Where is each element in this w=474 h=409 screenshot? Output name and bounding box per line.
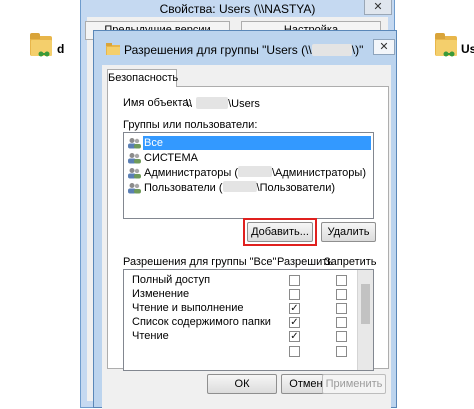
permissions-dialog: Разрешения для группы "Users (\\ \)" ✕ Бе… [93,30,397,409]
deny-header: Запретить [324,256,377,268]
list-item[interactable]: Все [127,136,371,150]
folder-icon[interactable] [433,32,459,58]
deny-checkbox[interactable] [336,346,347,357]
ok-button[interactable]: ОК [207,374,277,394]
deny-checkbox[interactable] [336,303,347,314]
allow-checkbox[interactable] [289,346,300,357]
desktop-folder-label: Users [461,42,474,56]
close-icon[interactable]: ✕ [364,0,392,15]
list-item[interactable]: Администраторы (\Администраторы) [127,166,371,180]
deny-checkbox[interactable] [336,275,347,286]
list-item[interactable]: Пользователи (\Пользователи) [127,181,371,195]
groups-label: Группы или пользователи: [123,119,258,131]
group-name-all: Все [143,136,371,150]
permission-name: Изменение [132,288,190,300]
object-name-label: Имя объекта: [123,97,192,109]
permission-name: Полный доступ [132,274,211,286]
apply-button[interactable]: Применить [322,374,386,394]
groups-list[interactable]: Все СИСТЕМА Администраторы (\Администрат… [123,132,374,219]
users-icon [128,138,141,149]
add-button[interactable]: Добавить... [247,222,313,242]
group-name-users: Пользователи (\Пользователи) [144,181,336,194]
dialog-title: Разрешения для группы "Users (\\ \)" [124,43,364,57]
properties-titlebar: Свойства: Users (\\NASTYA) [87,0,388,17]
allow-checkbox[interactable]: ✓ [289,317,300,328]
scrollbar-thumb[interactable] [361,284,370,324]
users-icon [128,183,141,194]
close-icon[interactable]: ✕ [373,39,395,55]
folder-icon [106,43,120,55]
deny-checkbox[interactable] [336,289,347,300]
allow-checkbox[interactable] [289,275,300,286]
users-icon [128,153,141,164]
allow-checkbox[interactable] [289,289,300,300]
permissions-label: Разрешения для группы "Все" [123,256,277,268]
scrollbar[interactable] [357,270,373,370]
folder-icon[interactable] [28,32,54,58]
desktop-folder-label: d [57,42,65,56]
properties-window-title: Свойства: Users (\\NASTYA) [159,2,316,16]
users-icon [128,168,141,179]
permissions-list[interactable]: Полный доступ Изменение Чтение и выполне… [123,269,374,371]
allow-checkbox[interactable]: ✓ [289,303,300,314]
list-item[interactable]: СИСТЕМА [127,151,371,165]
permission-name: Чтение [132,330,169,342]
deny-checkbox[interactable] [336,331,347,342]
object-name-value: \\ \Users [186,97,260,110]
tab-security[interactable]: Безопасность [107,69,178,87]
deny-checkbox[interactable] [336,317,347,328]
allow-checkbox[interactable]: ✓ [289,331,300,342]
permission-name: Список содержимого папки [132,316,271,328]
remove-button[interactable]: Удалить [321,222,376,242]
permission-name: Чтение и выполнение [132,302,244,314]
group-name-administrators: Администраторы (\Администраторы) [144,166,366,179]
group-name-system: СИСТЕМА [144,152,198,164]
